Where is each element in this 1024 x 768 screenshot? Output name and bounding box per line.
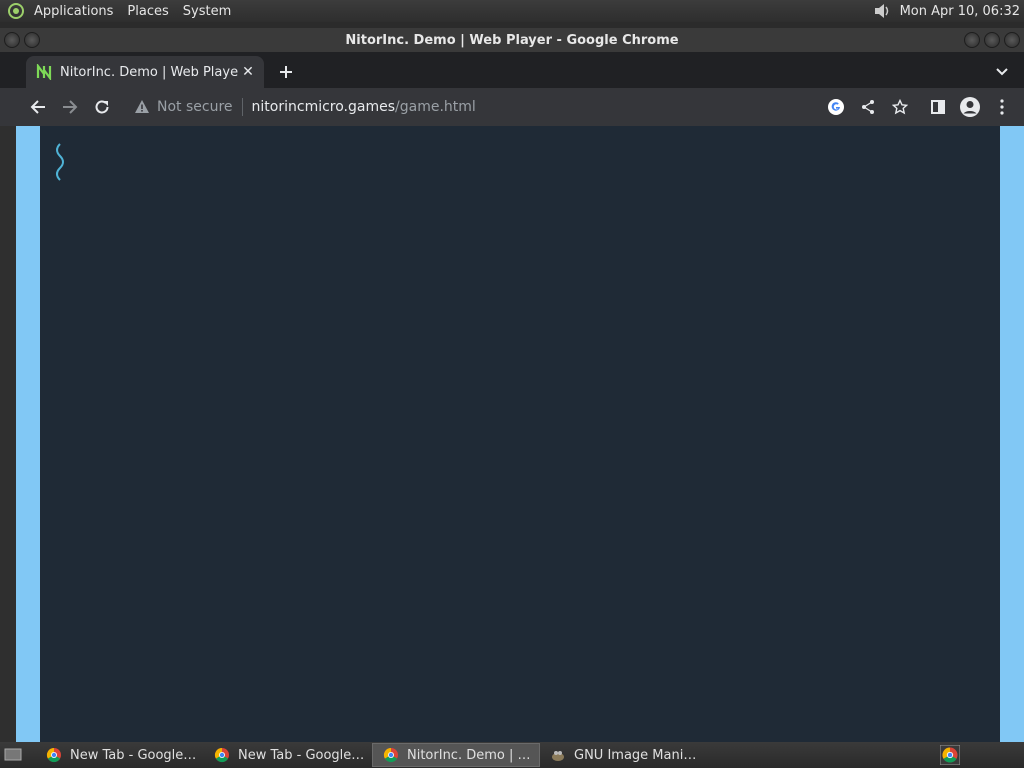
nitorinc-favicon-icon [36, 62, 52, 82]
taskbar: New Tab - Google C… New Tab - Google C… … [0, 742, 1024, 768]
window-title: NitorInc. Demo | Web Player - Google Chr… [345, 32, 679, 48]
taskbar-item[interactable]: New Tab - Google C… [204, 743, 372, 767]
page-content [16, 126, 1024, 742]
forward-button[interactable] [54, 91, 86, 123]
taskbar-item-label: GNU Image Manipul… [574, 747, 702, 763]
game-canvas[interactable] [40, 126, 1000, 742]
share-icon[interactable] [852, 91, 884, 123]
chrome-icon [214, 747, 230, 763]
window-titlebar[interactable]: NitorInc. Demo | Web Player - Google Chr… [0, 28, 1024, 52]
clock[interactable]: Mon Apr 10, 06:32 [892, 4, 1024, 19]
security-status[interactable]: Not secure [157, 99, 233, 115]
tab-search-chevron-icon[interactable] [992, 62, 1012, 82]
minimize-button[interactable] [964, 32, 980, 48]
tab-title: NitorInc. Demo | Web Player [60, 64, 238, 80]
taskbar-item-label: New Tab - Google C… [70, 747, 198, 763]
url-path[interactable]: /game.html [395, 99, 476, 115]
chrome-window: NitorInc. Demo | Web Player - Google Chr… [0, 28, 1024, 742]
browser-toolbar: Not secure nitorincmicro.games/game.html [0, 88, 1024, 126]
warning-icon[interactable] [134, 99, 150, 115]
back-button[interactable] [22, 91, 54, 123]
maximize-button[interactable] [984, 32, 1000, 48]
window-menu-button[interactable] [4, 32, 20, 48]
new-tab-button[interactable] [276, 62, 296, 82]
chrome-icon[interactable] [940, 745, 960, 765]
more-menu-icon[interactable] [986, 91, 1018, 123]
google-lens-icon[interactable] [820, 91, 852, 123]
volume-icon[interactable] [872, 2, 892, 20]
top-panel: Applications Places System Mon Apr 10, 0… [0, 0, 1024, 22]
tab-strip: NitorInc. Demo | Web Player ✕ [0, 52, 1024, 88]
tab-close-icon[interactable]: ✕ [238, 62, 258, 82]
distro-logo-icon[interactable] [5, 0, 27, 22]
gimp-icon [550, 747, 566, 763]
system-tray [940, 745, 960, 765]
applications-menu[interactable]: Applications [27, 4, 120, 19]
taskbar-item-active[interactable]: NitorInc. Demo | We… [372, 743, 540, 767]
taskbar-item[interactable]: GNU Image Manipul… [540, 743, 708, 767]
bookmark-star-icon[interactable] [884, 91, 916, 123]
close-window-button[interactable] [1004, 32, 1020, 48]
chrome-icon [46, 747, 62, 763]
tab-nitorinc[interactable]: NitorInc. Demo | Web Player ✕ [26, 56, 264, 88]
taskbar-item[interactable]: New Tab - Google C… [36, 743, 204, 767]
reload-button[interactable] [86, 91, 118, 123]
url-host[interactable]: nitorincmicro.games [252, 99, 396, 115]
window-shade-button[interactable] [24, 32, 40, 48]
show-desktop-icon[interactable] [2, 744, 24, 766]
chrome-icon [383, 747, 399, 763]
address-bar[interactable]: Not secure nitorincmicro.games/game.html [126, 91, 916, 123]
omnibox-divider [241, 98, 243, 116]
taskbar-item-label: NitorInc. Demo | We… [407, 747, 533, 763]
game-decoration-icon [56, 143, 64, 181]
profile-avatar-icon[interactable] [954, 91, 986, 123]
places-menu[interactable]: Places [120, 4, 175, 19]
taskbar-item-label: New Tab - Google C… [238, 747, 366, 763]
system-menu[interactable]: System [176, 4, 238, 19]
side-panel-icon[interactable] [922, 91, 954, 123]
